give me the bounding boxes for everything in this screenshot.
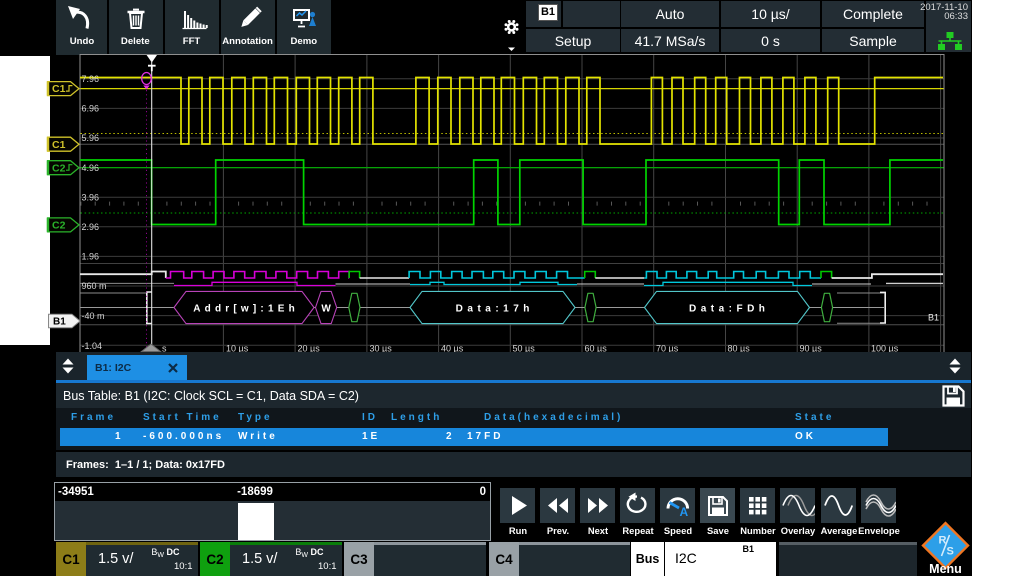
svg-text:Data:FDh: Data:FDh <box>689 303 769 314</box>
svg-text:B1: B1 <box>53 317 66 328</box>
svg-text:Data:17h: Data:17h <box>456 303 534 314</box>
svg-text:5.96: 5.96 <box>82 133 100 143</box>
svg-text:960 m: 960 m <box>82 281 107 291</box>
svg-text:2.96: 2.96 <box>82 222 100 232</box>
svg-text:C2: C2 <box>52 162 66 174</box>
svg-text:3.96: 3.96 <box>82 192 100 202</box>
svg-text:C2: C2 <box>52 220 66 232</box>
svg-text:1.96: 1.96 <box>82 252 100 262</box>
svg-text:Addr[w]:1Eh: Addr[w]:1Eh <box>193 303 299 314</box>
svg-text:C1: C1 <box>52 139 66 151</box>
svg-text:4.96: 4.96 <box>82 163 100 173</box>
svg-text:S: S <box>947 546 954 558</box>
svg-text:C1: C1 <box>52 83 66 95</box>
svg-text:W: W <box>321 303 331 314</box>
svg-text:A: A <box>680 505 689 519</box>
svg-text:6.96: 6.96 <box>82 104 100 114</box>
svg-text:B1: B1 <box>928 313 939 323</box>
svg-text:Menu: Menu <box>929 562 962 576</box>
svg-text:-40 m: -40 m <box>82 311 105 321</box>
svg-text:-1.04: -1.04 <box>82 341 103 351</box>
svg-text:7.96: 7.96 <box>82 74 100 84</box>
